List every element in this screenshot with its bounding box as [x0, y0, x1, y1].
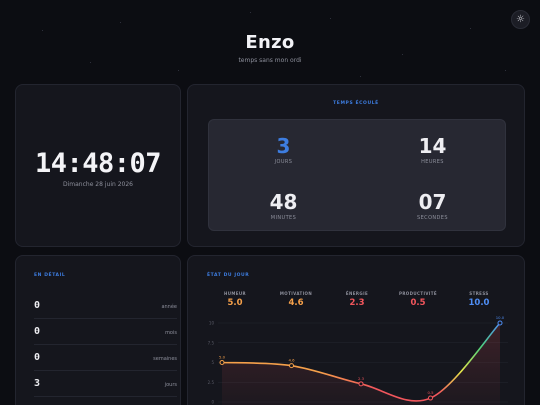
- chart-data-point: [497, 320, 503, 326]
- detail-days-unit: jours: [164, 382, 177, 388]
- detail-months-value: 0: [34, 326, 41, 337]
- elapsed-card: TEMPS ÉCOULÉ 3 JOURS 14 HEURES 48 MINUTE…: [187, 84, 525, 247]
- elapsed-seconds: 07 SECONDES: [358, 191, 507, 221]
- detail-row-days: 3 jours: [34, 371, 177, 397]
- elapsed-hours-value: 14: [418, 134, 447, 158]
- clock-card: 14:48:07 Dimanche 28 juin 2026: [15, 84, 181, 247]
- elapsed-hours: 14 HEURES: [358, 135, 507, 165]
- chart-y-tick-label: 0: [211, 400, 214, 405]
- detail-days-value: 3: [34, 378, 41, 389]
- mood-card: ÉTAT DU JOUR HUMEUR 5.0 MOTIVATION 4.6 É…: [187, 255, 525, 405]
- chart-data-point: [428, 395, 433, 401]
- detail-row-months: 0 mois: [34, 319, 177, 345]
- elapsed-section-label: TEMPS ÉCOULÉ: [333, 101, 379, 106]
- detail-weeks-value: 0: [34, 352, 41, 363]
- page-subtitle: temps sans mon ordi: [238, 57, 302, 64]
- elapsed-seconds-value: 07: [418, 190, 447, 214]
- elapsed-grid: 3 JOURS 14 HEURES 48 MINUTES 07 SECONDES: [208, 119, 506, 231]
- elapsed-minutes-value: 48: [269, 190, 298, 214]
- detail-section-label: EN DÉTAIL: [34, 273, 66, 278]
- chart-y-tick-label: 7.5: [208, 340, 215, 345]
- chart-data-label: 0.5: [427, 390, 434, 395]
- detail-row-years: 0 année: [34, 293, 177, 319]
- detail-years-unit: année: [161, 304, 177, 310]
- chart-data-point: [289, 363, 294, 369]
- chart-data-label: 4.6: [288, 358, 295, 363]
- elapsed-days-unit: JOURS: [274, 159, 293, 165]
- chart-data-point: [219, 360, 225, 365]
- elapsed-minutes-unit: MINUTES: [270, 215, 297, 221]
- chart-y-tick-label: 10: [209, 321, 215, 326]
- chart-y-tick-label: 2.5: [208, 380, 215, 385]
- detail-weeks-unit: semaines: [153, 356, 177, 362]
- theme-toggle-button[interactable]: ☼: [511, 10, 530, 29]
- detail-card: EN DÉTAIL 0 année 0 mois 0 semaines 3 jo…: [15, 255, 181, 405]
- elapsed-days-value: 3: [276, 134, 291, 158]
- chart-y-tick-label: 5: [211, 360, 214, 365]
- chart-data-label: 10.0: [496, 315, 505, 320]
- clock-time: 14:48:07: [34, 148, 162, 179]
- elapsed-days: 3 JOURS: [209, 135, 358, 165]
- clock-date: Dimanche 28 juin 2026: [63, 181, 133, 188]
- page-title: Enzo: [245, 32, 295, 53]
- detail-months-unit: mois: [165, 330, 177, 336]
- mood-chart: 10 7.5 5 2.5 0 5.0 4.6 2.3 0.5 10.0: [208, 315, 508, 405]
- elapsed-seconds-unit: SECONDES: [417, 215, 448, 221]
- elapsed-hours-unit: HEURES: [421, 159, 444, 165]
- detail-row-weeks: 0 semaines: [34, 345, 177, 371]
- chart-data-point: [358, 381, 364, 387]
- sun-icon: ☼: [516, 13, 525, 25]
- chart-data-label: 5.0: [219, 355, 226, 360]
- chart-data-label: 2.3: [358, 376, 365, 381]
- elapsed-minutes: 48 MINUTES: [209, 191, 358, 221]
- detail-years-value: 0: [34, 300, 41, 311]
